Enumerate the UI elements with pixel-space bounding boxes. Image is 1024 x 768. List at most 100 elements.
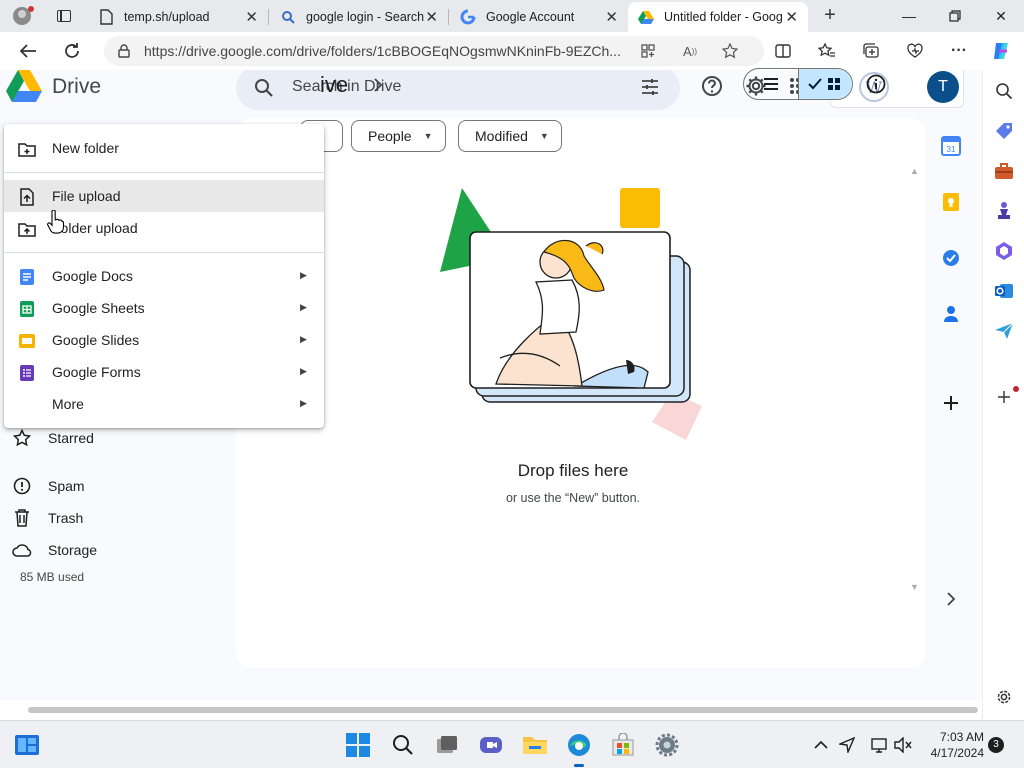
view-toggle[interactable]: [743, 68, 853, 100]
file-upload-icon: [18, 188, 36, 206]
close-tab-icon[interactable]: ✕: [425, 8, 438, 26]
restore-button[interactable]: [932, 0, 978, 32]
google-forms-icon: [18, 364, 36, 382]
tab-google-account[interactable]: Google Account ✕: [450, 2, 628, 32]
folder-upload-icon: [18, 220, 36, 238]
profile-button[interactable]: [0, 0, 44, 32]
favorites-icon[interactable]: [816, 40, 838, 62]
task-view-icon[interactable]: [434, 732, 460, 758]
refresh-button[interactable]: [56, 35, 88, 67]
drop-send-icon[interactable]: [993, 320, 1015, 342]
tab-google-search[interactable]: google login - Search ✕: [270, 2, 448, 32]
tab-temp-sh[interactable]: temp.sh/upload ✕: [88, 2, 268, 32]
file-explorer-icon[interactable]: [522, 732, 548, 758]
scroll-up-arrow[interactable]: ▲: [910, 166, 919, 176]
outlook-icon[interactable]: [993, 280, 1015, 302]
filter-chip-people[interactable]: People ▼: [351, 120, 446, 152]
drive-search-bar[interactable]: Search in Drive: [236, 70, 680, 110]
menu-item-new-folder[interactable]: New folder: [4, 132, 324, 164]
clock-date: 4/17/2024: [930, 746, 984, 760]
close-tab-icon[interactable]: ✕: [785, 8, 798, 26]
sidebar-settings-icon[interactable]: [993, 686, 1015, 708]
list-view-button[interactable]: [744, 69, 798, 99]
taskbar-search-icon[interactable]: [390, 732, 416, 758]
close-tab-icon[interactable]: ✕: [605, 8, 618, 26]
teams-meet-icon[interactable]: [478, 732, 504, 758]
copilot-icon[interactable]: [990, 40, 1012, 62]
get-add-ons-icon[interactable]: [942, 394, 960, 417]
add-sidebar-app-icon[interactable]: [993, 386, 1019, 408]
horizontal-scrollbar[interactable]: [0, 700, 982, 720]
url-text[interactable]: https://drive.google.com/drive/folders/1…: [144, 43, 624, 59]
google-tasks-icon[interactable]: [941, 248, 961, 273]
close-window-button[interactable]: ✕: [978, 0, 1024, 32]
search-icon[interactable]: [254, 78, 274, 103]
split-screen-icon[interactable]: [772, 40, 794, 62]
search-icon[interactable]: [993, 80, 1015, 102]
google-contacts-icon[interactable]: [941, 304, 961, 329]
games-chess-icon[interactable]: [993, 200, 1015, 222]
google-keep-icon[interactable]: [941, 192, 961, 217]
scrollbar-thumb[interactable]: [28, 707, 978, 713]
favorite-star-icon[interactable]: [722, 43, 738, 59]
chevron-right-icon[interactable]: [946, 592, 956, 611]
microsoft-365-icon[interactable]: [993, 240, 1015, 262]
volume-muted-icon[interactable]: [890, 732, 916, 758]
tab-untitled-folder[interactable]: Untitled folder - Goog ✕: [628, 2, 808, 32]
back-button[interactable]: [12, 35, 44, 67]
edge-sidebar: [982, 70, 1024, 720]
nav-item-spam[interactable]: Spam: [12, 476, 85, 496]
nav-item-trash[interactable]: Trash: [12, 508, 83, 528]
collections-icon[interactable]: [860, 40, 882, 62]
menu-item-google-sheets[interactable]: Google Sheets ▶: [4, 292, 324, 324]
clock-time: 7:03 AM: [939, 730, 984, 744]
nav-label: Storage: [48, 542, 98, 558]
system-clock[interactable]: 7:03 AM 4/17/2024: [924, 729, 984, 761]
settings-gear-taskbar-icon[interactable]: [654, 732, 680, 758]
menu-item-google-slides[interactable]: Google Slides ▶: [4, 324, 324, 356]
account-avatar[interactable]: T: [927, 71, 959, 103]
drive-app-name[interactable]: Drive: [52, 75, 101, 99]
microsoft-store-icon[interactable]: [610, 732, 636, 758]
google-calendar-icon[interactable]: 31: [941, 136, 961, 161]
notification-count-badge[interactable]: 3: [988, 737, 1004, 753]
help-icon[interactable]: [700, 74, 724, 98]
menu-item-file-upload[interactable]: File upload: [4, 180, 324, 212]
menu-item-more[interactable]: More ▶: [4, 388, 324, 420]
tools-briefcase-icon[interactable]: [993, 160, 1015, 182]
more-menu-icon[interactable]: ···: [948, 40, 970, 62]
edge-browser-icon[interactable]: [566, 732, 592, 767]
info-icon[interactable]: [866, 74, 886, 99]
new-tab-button[interactable]: +: [818, 4, 842, 28]
drive-logo-icon[interactable]: [6, 70, 42, 102]
widgets-icon[interactable]: [14, 732, 40, 758]
scroll-down-arrow[interactable]: ▼: [910, 582, 919, 592]
show-hidden-icons-chevron[interactable]: [808, 732, 834, 758]
read-aloud-icon[interactable]: A)): [682, 43, 698, 59]
tab-title: temp.sh/upload: [124, 10, 210, 24]
nav-item-starred[interactable]: Starred: [12, 428, 94, 448]
search-options-icon[interactable]: [640, 77, 660, 102]
menu-item-google-forms[interactable]: Google Forms ▶: [4, 356, 324, 388]
nav-item-storage[interactable]: Storage: [12, 540, 97, 560]
cloud-icon: [12, 540, 32, 560]
filter-chip-modified[interactable]: Modified ▼: [458, 120, 562, 152]
app-available-icon[interactable]: [640, 43, 656, 59]
network-icon[interactable]: [866, 732, 892, 758]
windows-taskbar: 7:03 AM 4/17/2024 3: [0, 720, 1024, 768]
grid-view-button[interactable]: [797, 69, 852, 99]
tab-actions-button[interactable]: [44, 0, 84, 32]
breadcrumb-folder-name[interactable]: ive: [320, 72, 348, 98]
browser-essentials-icon[interactable]: [904, 40, 926, 62]
menu-divider: [4, 252, 324, 253]
start-windows-icon[interactable]: [345, 732, 371, 758]
minimize-button[interactable]: —: [886, 0, 932, 32]
lock-icon[interactable]: [118, 44, 130, 58]
tab-title: Google Account: [486, 10, 575, 24]
shopping-tag-icon[interactable]: [993, 120, 1015, 142]
location-arrow-icon[interactable]: [834, 732, 860, 758]
address-bar[interactable]: https://drive.google.com/drive/folders/1…: [104, 36, 764, 66]
close-tab-icon[interactable]: ✕: [245, 8, 258, 26]
menu-item-google-docs[interactable]: Google Docs ▶: [4, 260, 324, 292]
submenu-arrow-icon: ▶: [300, 366, 307, 376]
